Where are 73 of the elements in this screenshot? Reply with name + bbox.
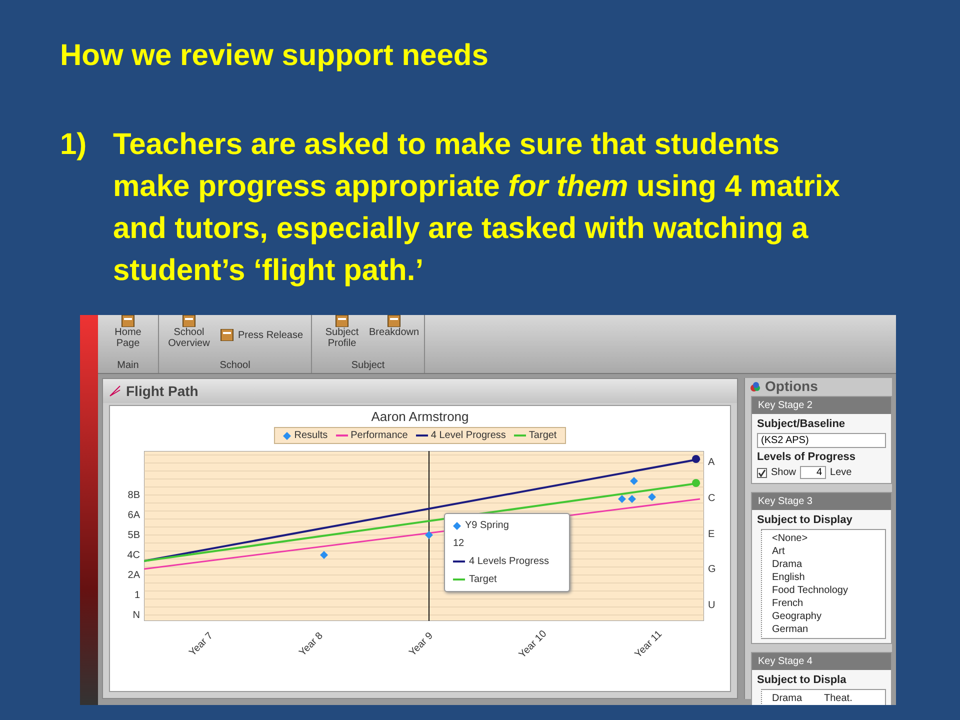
legend-label: Performance bbox=[350, 430, 408, 441]
axis-label: 2A bbox=[128, 570, 140, 581]
tree-item[interactable]: <None> bbox=[766, 532, 881, 545]
result-point bbox=[425, 531, 433, 539]
baseline-field[interactable]: (KS2 APS) bbox=[757, 433, 886, 448]
ribbon-group-label: Main bbox=[116, 360, 140, 373]
tree-item[interactable]: English bbox=[766, 571, 881, 584]
section-header: Key Stage 2 bbox=[752, 397, 891, 414]
list-number: 1) bbox=[60, 127, 88, 163]
field-label: Leve bbox=[830, 467, 852, 478]
tree-item[interactable]: Food Technology bbox=[766, 584, 881, 597]
ribbon-button[interactable]: Press Release bbox=[219, 329, 304, 341]
tooltip-value: 12 bbox=[453, 538, 466, 549]
panel-title: Flight Path bbox=[126, 383, 198, 399]
field-label: Levels of Progress bbox=[757, 451, 856, 463]
result-point bbox=[628, 495, 636, 503]
axis-label: 5B bbox=[128, 530, 140, 541]
line-graph-icon bbox=[109, 385, 121, 397]
panel-title: Options bbox=[765, 378, 818, 394]
field-label: Subject to Displa bbox=[757, 674, 848, 686]
tree-item[interactable]: French bbox=[766, 597, 881, 610]
axis-label: Year 11 bbox=[632, 628, 664, 660]
tree-item[interactable]: Geography bbox=[766, 610, 881, 623]
ribbon-button[interactable]: Subject Profile bbox=[320, 315, 364, 349]
field-label: Subject to Display bbox=[757, 514, 854, 526]
field-label: Subject/Baseline bbox=[757, 418, 846, 430]
section-header: Key Stage 3 bbox=[752, 493, 891, 510]
axis-label: G bbox=[708, 564, 717, 576]
diamond-icon bbox=[453, 522, 461, 530]
axis-label: Year 9 bbox=[406, 630, 435, 658]
tree-item[interactable]: Drama bbox=[766, 692, 808, 705]
axis-label: 8B bbox=[128, 490, 140, 501]
ribbon-group-label: Subject bbox=[350, 360, 386, 373]
tree-item[interactable]: German bbox=[766, 623, 881, 636]
document-icon bbox=[219, 329, 235, 341]
result-point bbox=[618, 495, 626, 503]
tree-item[interactable]: Drama bbox=[766, 558, 881, 571]
legend-label: 4 Level Progress bbox=[430, 430, 506, 441]
bullet-text: Teachers are asked to make sure that students make progress appropriate for them using 4 matrix and tutors, especially are tasked with watching a student’s ‘flight path.’ bbox=[113, 127, 841, 289]
axis-label: Year 7 bbox=[186, 630, 215, 658]
checkbox-label: Show bbox=[771, 467, 796, 478]
tooltip-title: Y9 Spring bbox=[465, 520, 509, 531]
axis-label: 1 bbox=[134, 590, 140, 601]
axis-label: 4C bbox=[127, 550, 140, 561]
result-point bbox=[630, 477, 638, 485]
axis-label: N bbox=[132, 610, 140, 621]
options-icon bbox=[750, 380, 761, 392]
legend-label: Results bbox=[294, 430, 328, 441]
axis-label: A bbox=[708, 457, 716, 468]
legend-label: Target bbox=[528, 430, 557, 441]
ribbon-button[interactable]: Home Page bbox=[106, 315, 150, 349]
tooltip-series-label: 4 Levels Progress bbox=[469, 556, 550, 567]
axis-label: C bbox=[708, 492, 716, 504]
section-header: Key Stage 4 bbox=[752, 653, 891, 670]
tree-item[interactable]: Art bbox=[766, 545, 881, 558]
document-icon bbox=[120, 315, 136, 327]
result-point bbox=[648, 493, 656, 501]
axis-label: 6A bbox=[128, 510, 140, 521]
check-icon bbox=[758, 468, 766, 476]
axis-label: Year 8 bbox=[296, 630, 325, 658]
slide-title: How we review support needs bbox=[60, 38, 490, 74]
axis-label: E bbox=[708, 528, 716, 540]
axis-label: U bbox=[708, 600, 716, 611]
result-point bbox=[320, 551, 328, 559]
axis-label: Year 10 bbox=[518, 628, 550, 660]
show-checkbox[interactable] bbox=[757, 468, 767, 478]
ribbon-group-label: School bbox=[218, 360, 252, 373]
tree-item[interactable]: Theat. bbox=[818, 692, 858, 705]
chart-title: Aaron Armstrong bbox=[371, 409, 469, 424]
ribbon-button[interactable]: School Overview bbox=[167, 315, 211, 349]
ribbon-button[interactable]: Breakdown bbox=[372, 315, 416, 338]
tooltip-series-label: Target bbox=[469, 574, 497, 585]
levels-spinner[interactable]: 4 bbox=[800, 466, 826, 479]
